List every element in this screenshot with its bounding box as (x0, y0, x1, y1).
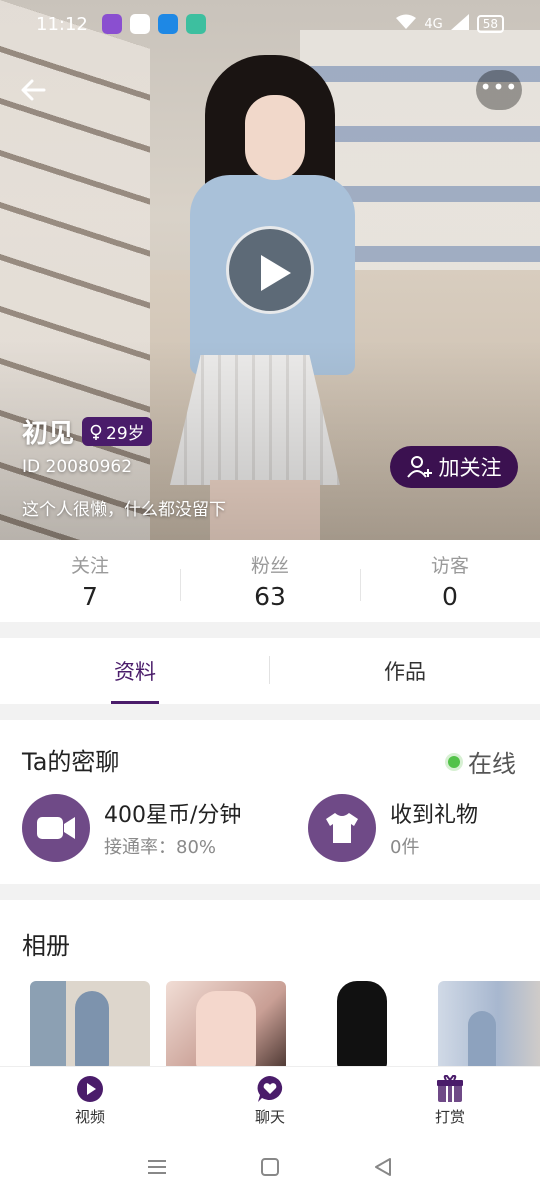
private-chat-card: Ta的密聊 在线 400星币/分钟 接通率：80% 收到礼物 0件 (0, 720, 540, 884)
video-play-icon (76, 1075, 104, 1103)
age-badge: 29岁 (82, 417, 152, 446)
album-thumbnails (30, 981, 540, 1066)
nav-tip-label: 打赏 (434, 1108, 465, 1126)
gifts-count: 0件 (390, 837, 420, 858)
add-user-icon (406, 456, 432, 478)
online-dot-icon (448, 755, 460, 768)
stat-label: 粉丝 (250, 555, 289, 577)
profile-hero-photo[interactable]: 11:12 4G 58 ••• 初见 29岁 ID 20080962 这个人很懒… (0, 0, 540, 540)
follow-label: 加关注 (438, 456, 502, 480)
network-label: 4G (424, 16, 443, 32)
nav-chat[interactable]: 聊天 (180, 1067, 360, 1134)
back-triangle-icon[interactable] (371, 1155, 395, 1179)
status-time: 11:12 (36, 13, 88, 35)
nav-tip[interactable]: 打赏 (360, 1067, 540, 1134)
video-camera-icon (22, 794, 90, 862)
stat-value: 63 (254, 582, 286, 611)
app-notification-icon (101, 14, 122, 34)
nickname-row: 初见 29岁 (22, 413, 152, 450)
album-photo[interactable] (30, 981, 150, 1066)
more-dots-icon: ••• (479, 75, 519, 99)
received-gifts[interactable]: 收到礼物 0件 (308, 794, 478, 862)
user-id: ID 20080962 (22, 457, 133, 477)
album-photo[interactable] (166, 981, 286, 1066)
online-label: 在线 (468, 750, 516, 778)
stat-fans[interactable]: 粉丝 63 (180, 551, 360, 611)
age-label: 29岁 (106, 424, 145, 444)
wifi-icon (396, 14, 417, 34)
female-icon (90, 424, 102, 440)
status-bar: 11:12 4G 58 (0, 10, 540, 38)
nav-video[interactable]: 视频 (0, 1067, 180, 1134)
menu-icon[interactable] (145, 1155, 169, 1179)
more-options-button[interactable]: ••• (476, 70, 522, 110)
nickname: 初见 (22, 419, 75, 449)
nav-chat-label: 聊天 (254, 1108, 285, 1126)
tab-works[interactable]: 作品 (270, 638, 540, 704)
video-call-rate[interactable]: 400星币/分钟 接通率：80% (22, 794, 241, 862)
battery-indicator: 58 (476, 15, 504, 33)
app-notification-icon (185, 14, 206, 34)
bottom-action-bar: 视频 聊天 打赏 (0, 1066, 540, 1134)
home-icon[interactable] (258, 1155, 282, 1179)
stat-label: 关注 (70, 555, 109, 577)
stat-visitors[interactable]: 访客 0 (360, 551, 540, 611)
tab-profile-info[interactable]: 资料 (0, 638, 270, 704)
follow-button[interactable]: 加关注 (390, 446, 518, 488)
gift-icon (436, 1074, 464, 1103)
stat-value: 7 (82, 582, 98, 611)
album-photo[interactable] (438, 981, 540, 1066)
back-arrow-icon[interactable] (18, 74, 50, 106)
gift-shirt-icon (308, 794, 376, 862)
chat-heart-icon (256, 1075, 284, 1103)
private-chat-title: Ta的密聊 (22, 748, 120, 776)
play-video-button[interactable] (226, 226, 314, 314)
stat-label: 访客 (430, 555, 469, 577)
tab-divider (269, 656, 270, 684)
profile-stats: 关注 7 粉丝 63 访客 0 (0, 540, 540, 622)
system-navigation-bar (0, 1134, 540, 1200)
video-rate-price: 400星币/分钟 (104, 803, 242, 828)
signal-icon (450, 14, 469, 34)
user-bio: 这个人很懒，什么都没留下 (22, 500, 226, 520)
profile-tabs: 资料 作品 (0, 638, 540, 704)
stat-following[interactable]: 关注 7 (0, 551, 180, 611)
app-notification-icon (157, 14, 178, 34)
album-photo[interactable] (302, 981, 422, 1066)
video-answer-rate: 接通率：80% (104, 837, 217, 858)
nav-video-label: 视频 (74, 1108, 105, 1126)
album-title: 相册 (22, 932, 70, 960)
stat-value: 0 (442, 582, 458, 611)
photo-album: 相册 (0, 900, 540, 1066)
app-notification-icon (129, 14, 150, 34)
gifts-label: 收到礼物 (390, 803, 479, 828)
online-status: 在线 (448, 744, 516, 779)
play-icon (261, 255, 291, 291)
